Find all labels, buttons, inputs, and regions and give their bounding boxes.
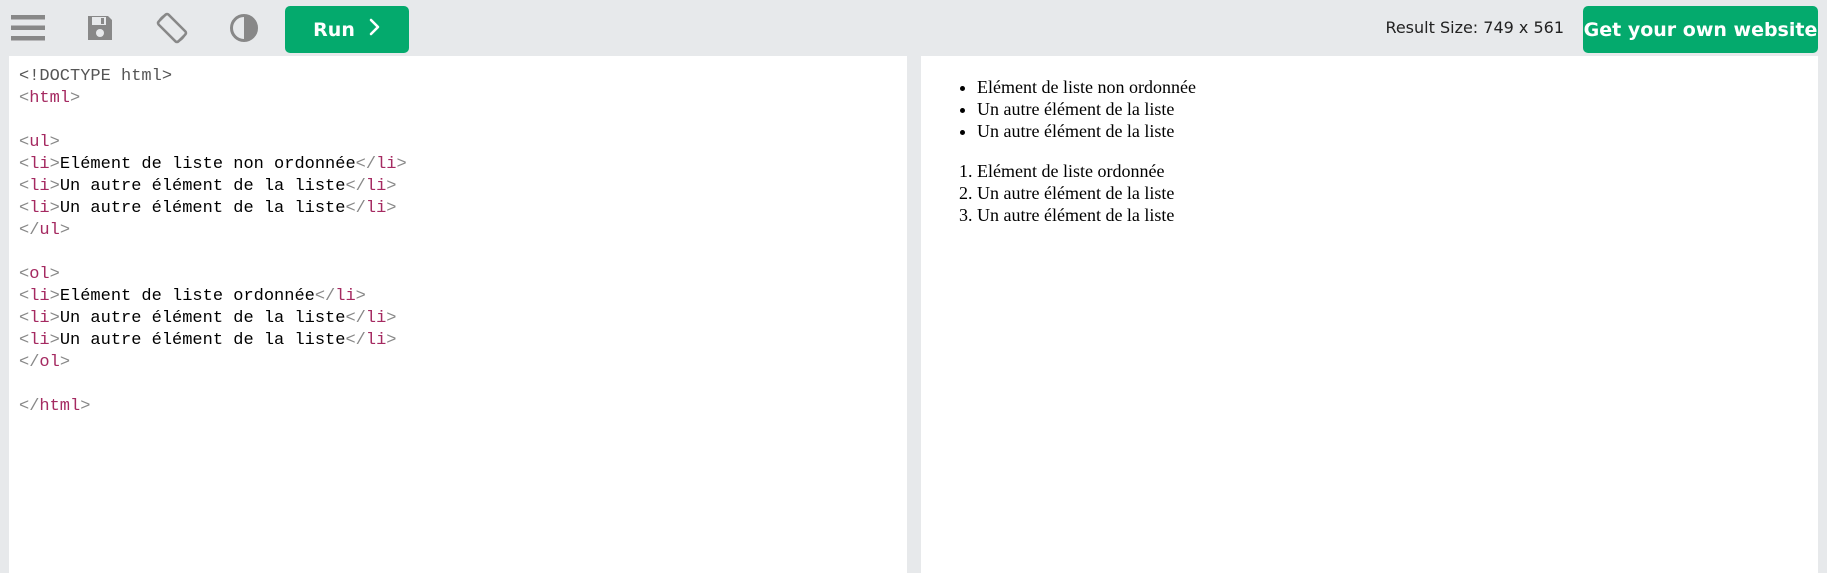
code-bracket: < bbox=[19, 309, 30, 328]
code-text-content: Elément de liste non ordonnée bbox=[59, 155, 356, 174]
code-line: </ol> bbox=[19, 352, 407, 374]
code-bracket: > bbox=[49, 177, 60, 196]
run-button[interactable]: Run bbox=[285, 6, 409, 53]
code-bracket: > bbox=[49, 199, 60, 218]
code-tag: ol bbox=[39, 353, 60, 372]
pane-divider[interactable] bbox=[907, 56, 921, 573]
list-item: Elément de liste ordonnée bbox=[977, 160, 1196, 182]
code-bracket: > bbox=[70, 89, 81, 108]
list-item: Un autre élément de la liste bbox=[977, 204, 1196, 226]
code-bracket: < bbox=[19, 331, 30, 350]
code-tag: li bbox=[29, 177, 50, 196]
code-bracket: < bbox=[19, 155, 30, 174]
unordered-list: Elément de liste non ordonnée Un autre é… bbox=[921, 76, 1196, 142]
code-bracket: </ bbox=[345, 309, 366, 328]
code-line: <!DOCTYPE html> bbox=[19, 66, 407, 88]
code-bracket: > bbox=[386, 331, 397, 350]
code-line: <ol> bbox=[19, 264, 407, 286]
code-bracket: < bbox=[19, 133, 30, 152]
code-tag: li bbox=[29, 309, 50, 328]
code-bracket: < bbox=[19, 287, 30, 306]
contrast-icon[interactable] bbox=[224, 8, 264, 48]
rotate-icon[interactable] bbox=[152, 8, 192, 48]
code-line: <li>Elément de liste non ordonnée</li> bbox=[19, 154, 407, 176]
list-item: Un autre élément de la liste bbox=[977, 120, 1196, 142]
code-bracket: </ bbox=[345, 199, 366, 218]
code-bracket: > bbox=[49, 309, 60, 328]
code-tag: li bbox=[376, 155, 397, 174]
code-tag: ul bbox=[39, 221, 60, 240]
code-bracket: </ bbox=[19, 353, 40, 372]
code-line: <li>Un autre élément de la liste</li> bbox=[19, 176, 407, 198]
result-size-label: Result Size: 749 x 561 bbox=[1385, 18, 1564, 37]
code-text-content: Un autre élément de la liste bbox=[59, 199, 346, 218]
code-line: <ul> bbox=[19, 132, 407, 154]
code-bracket: </ bbox=[19, 397, 40, 416]
code-bracket: > bbox=[386, 177, 397, 196]
code-text-content: Un autre élément de la liste bbox=[59, 331, 346, 350]
code-bracket: > bbox=[80, 397, 91, 416]
ordered-list: Elément de liste ordonnée Un autre éléme… bbox=[921, 160, 1196, 226]
code-tag: li bbox=[29, 287, 50, 306]
result-frame: Elément de liste non ordonnée Un autre é… bbox=[921, 56, 1818, 573]
code-text-content: Un autre élément de la liste bbox=[59, 309, 346, 328]
code-tag: li bbox=[365, 331, 387, 350]
code-text[interactable]: <!DOCTYPE html> <html> <ul> <li>Elément de … bbox=[19, 66, 407, 418]
toolbar: Run Result Size: 749 x 561 Get your own … bbox=[0, 0, 1827, 56]
code-tag: li bbox=[29, 199, 50, 218]
code-bracket: < bbox=[19, 89, 30, 108]
code-bracket: < bbox=[19, 177, 30, 196]
code-editor[interactable]: <!DOCTYPE html> <html> <ul> <li>Elément de … bbox=[9, 56, 907, 573]
code-bracket: </ bbox=[345, 177, 366, 196]
list-item: Un autre élément de la liste bbox=[977, 182, 1196, 204]
menu-icon[interactable] bbox=[8, 8, 48, 48]
code-line: </html> bbox=[19, 396, 407, 418]
code-text-content: Elément de liste ordonnée bbox=[59, 287, 315, 306]
code-bracket: </ bbox=[345, 331, 366, 350]
code-line: <li>Un autre élément de la liste</li> bbox=[19, 198, 407, 220]
code-tag: li bbox=[365, 199, 387, 218]
save-icon[interactable] bbox=[80, 8, 120, 48]
code-line: <li>Un autre élément de la liste</li> bbox=[19, 330, 407, 352]
code-bracket: > bbox=[49, 287, 60, 306]
code-bracket: > bbox=[396, 155, 407, 174]
code-bracket: > bbox=[49, 155, 60, 174]
chevron-right-icon bbox=[369, 18, 381, 41]
code-bracket: > bbox=[386, 199, 397, 218]
code-bracket: </ bbox=[355, 155, 377, 174]
list-item: Elément de liste non ordonnée bbox=[977, 76, 1196, 98]
code-bracket: > bbox=[59, 353, 71, 372]
get-your-own-website-button[interactable]: Get your own website bbox=[1583, 6, 1818, 53]
code-line: <html> bbox=[19, 88, 407, 110]
code-line: <li>Un autre élément de la liste</li> bbox=[19, 308, 407, 330]
code-bracket: > bbox=[59, 221, 71, 240]
code-tag: li bbox=[29, 331, 50, 350]
code-bracket: > bbox=[355, 287, 366, 306]
code-tag: li bbox=[365, 177, 387, 196]
code-text-content: Un autre élément de la liste bbox=[59, 177, 346, 196]
code-bracket: </ bbox=[19, 221, 40, 240]
code-bracket: > bbox=[49, 265, 60, 284]
code-bracket: > bbox=[49, 133, 60, 152]
code-tag: ol bbox=[29, 265, 50, 284]
code-tag: ul bbox=[29, 133, 50, 152]
code-line: <li>Elément de liste ordonnée</li> bbox=[19, 286, 407, 308]
code-bracket: < bbox=[19, 265, 30, 284]
code-doctype: <!DOCTYPE html> bbox=[19, 67, 173, 86]
code-bracket: > bbox=[386, 309, 397, 328]
code-tag: html bbox=[39, 397, 81, 416]
code-bracket: < bbox=[19, 199, 30, 218]
list-item: Un autre élément de la liste bbox=[977, 98, 1196, 120]
run-button-label: Run bbox=[313, 18, 355, 41]
code-tag: li bbox=[365, 309, 387, 328]
code-line: </ul> bbox=[19, 220, 407, 242]
code-tag: li bbox=[29, 155, 50, 174]
code-tag: html bbox=[29, 89, 71, 108]
code-tag: li bbox=[335, 287, 356, 306]
code-bracket: > bbox=[49, 331, 60, 350]
code-bracket: </ bbox=[314, 287, 336, 306]
